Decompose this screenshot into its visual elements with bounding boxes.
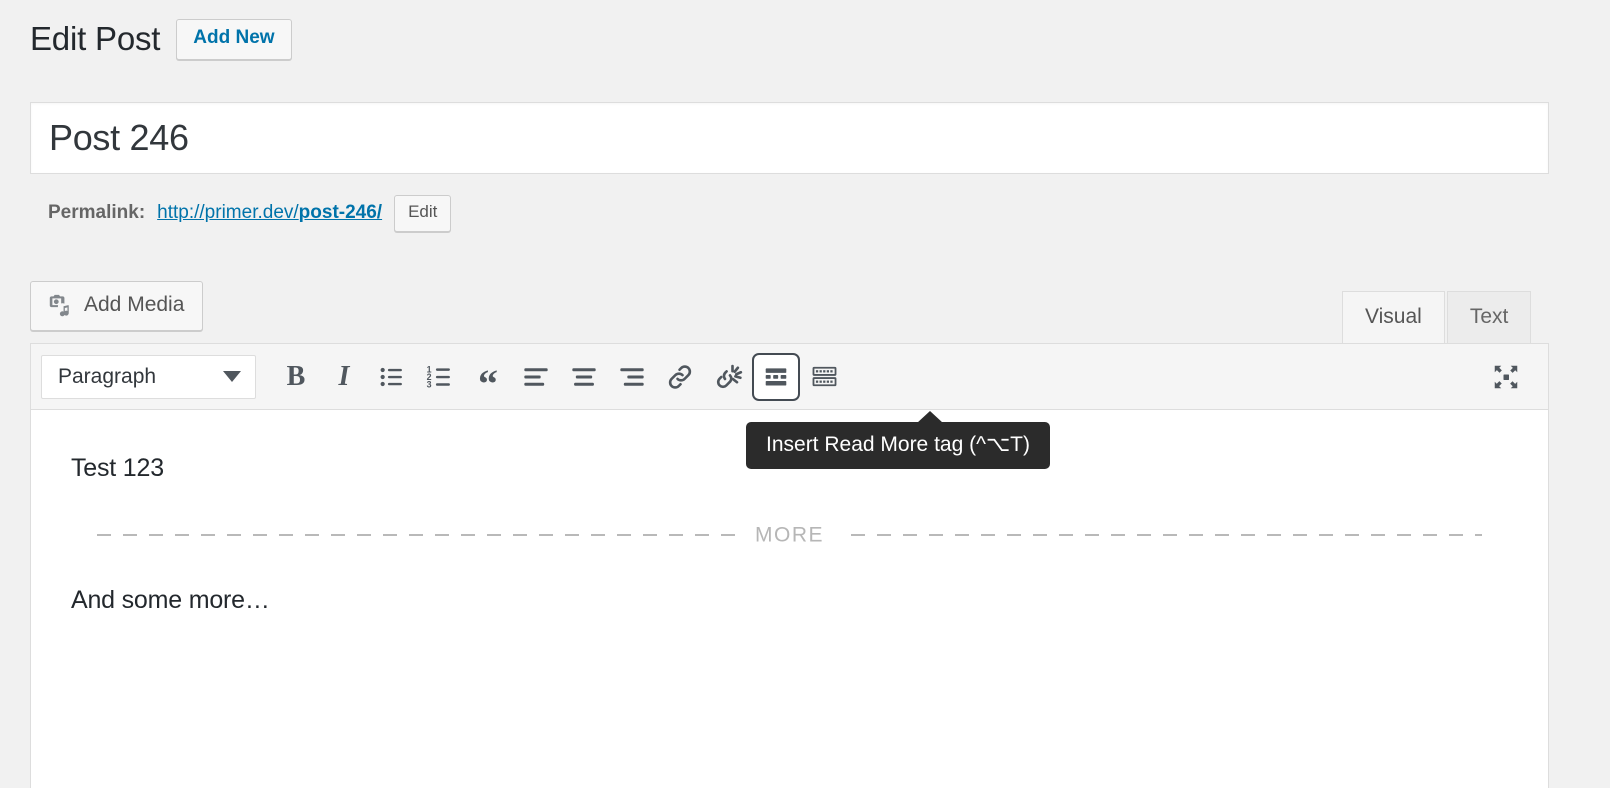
add-new-button[interactable]: Add New xyxy=(176,19,292,60)
permalink-label: Permalink: xyxy=(48,202,146,224)
editor-mode-tabs: Visual Text xyxy=(1342,290,1532,344)
page-title: Edit Post xyxy=(30,20,161,57)
align-left-button[interactable] xyxy=(512,353,560,401)
blockquote-glyph: “ xyxy=(478,360,498,406)
tooltip-arrow-icon xyxy=(917,411,943,423)
read-more-button[interactable] xyxy=(752,352,800,401)
editor-container: Paragraph B I 1 2 3 “ Test 123 MORE And … xyxy=(30,343,1549,788)
tab-visual[interactable]: Visual xyxy=(1342,291,1445,344)
link-icon xyxy=(665,362,695,392)
more-divider-label: MORE xyxy=(737,524,842,545)
unlink-icon xyxy=(713,362,743,392)
read-more-tooltip: Insert Read More tag (^⌥T) xyxy=(746,411,1050,470)
blockquote-button[interactable]: “ xyxy=(464,353,512,406)
permalink-link[interactable]: http://primer.dev/post-246/ xyxy=(157,202,382,224)
content-paragraph-2: And some more… xyxy=(71,585,270,614)
add-media-button[interactable]: Add Media xyxy=(30,281,204,331)
align-center-button[interactable] xyxy=(560,353,608,401)
align-left-icon xyxy=(522,363,550,391)
fullscreen-expand-icon xyxy=(1491,362,1521,392)
post-title-input[interactable] xyxy=(31,103,1548,173)
remove-link-button[interactable] xyxy=(704,353,752,401)
permalink-base: http://primer.dev/ xyxy=(157,202,299,224)
post-title-field[interactable] xyxy=(30,102,1549,174)
page-header: Edit Post Add New xyxy=(30,18,292,61)
keyboard-shortcuts-button[interactable] xyxy=(800,353,848,401)
numbered-list-icon: 1 2 3 xyxy=(426,363,454,391)
align-center-icon xyxy=(570,363,598,391)
editor-toolbar: Paragraph B I 1 2 3 “ xyxy=(31,344,1548,410)
camera-music-icon xyxy=(46,292,72,318)
italic-button[interactable]: I xyxy=(320,353,368,401)
bold-glyph: B xyxy=(286,360,306,392)
insert-link-button[interactable] xyxy=(656,353,704,401)
tooltip-text: Insert Read More tag (^⌥T) xyxy=(766,433,1030,456)
align-right-button[interactable] xyxy=(608,353,656,401)
numbered-list-button[interactable]: 1 2 3 xyxy=(416,353,464,401)
italic-glyph: I xyxy=(338,360,350,392)
svg-text:3: 3 xyxy=(427,379,432,389)
permalink-edit-button[interactable]: Edit xyxy=(394,195,452,232)
bold-button[interactable]: B xyxy=(272,353,320,401)
align-right-icon xyxy=(618,363,646,391)
keyboard-icon xyxy=(811,363,838,390)
bulleted-list-button[interactable] xyxy=(368,353,416,401)
chevron-down-icon xyxy=(223,371,241,382)
permalink-row: Permalink: http://primer.dev/post-246/ E… xyxy=(48,195,452,232)
add-media-label: Add Media xyxy=(84,293,185,317)
permalink-slug: post-246/ xyxy=(298,202,383,224)
read-more-icon xyxy=(763,364,789,390)
bulleted-list-icon xyxy=(378,363,406,391)
format-select[interactable]: Paragraph xyxy=(41,354,256,399)
read-more-divider: MORE xyxy=(97,524,1482,545)
tab-text[interactable]: Text xyxy=(1446,291,1532,344)
distraction-free-button[interactable] xyxy=(1482,353,1530,401)
format-select-value: Paragraph xyxy=(58,364,157,388)
